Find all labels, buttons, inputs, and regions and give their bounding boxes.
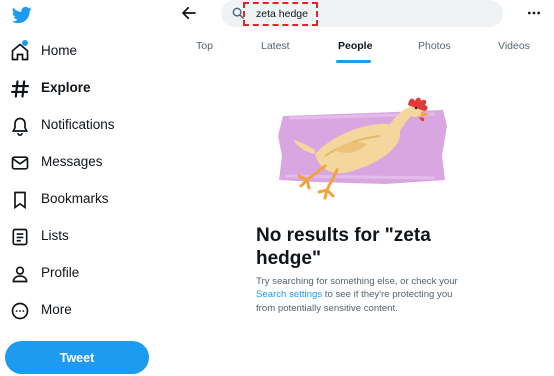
- sidebar-item-label: Lists: [41, 228, 69, 243]
- sidebar-item-notifications[interactable]: Notifications: [0, 110, 160, 140]
- tab-top[interactable]: Top: [196, 40, 213, 62]
- twitter-logo-icon[interactable]: [11, 5, 33, 25]
- tweet-button[interactable]: Tweet: [5, 341, 149, 374]
- sidebar-item-home[interactable]: Home: [0, 36, 160, 66]
- sidebar-item-label: Home: [41, 43, 78, 58]
- sidebar-item-messages[interactable]: Messages: [0, 147, 160, 177]
- sidebar-item-label: Bookmarks: [41, 191, 109, 206]
- empty-state-text: Try searching for something else, or che…: [256, 276, 458, 287]
- sidebar-item-bookmarks[interactable]: Bookmarks: [0, 184, 160, 214]
- sidebar-item-explore[interactable]: Explore: [0, 73, 160, 103]
- active-tab-indicator: [336, 60, 371, 63]
- bell-icon: [11, 117, 29, 136]
- tab-videos[interactable]: Videos: [498, 40, 530, 62]
- sidebar-item-label: Profile: [41, 265, 80, 280]
- tab-photos[interactable]: Photos: [418, 40, 451, 62]
- tab-latest[interactable]: Latest: [261, 40, 290, 62]
- sidebar-item-label: Notifications: [41, 117, 115, 132]
- person-icon: [12, 266, 28, 283]
- more-circle-icon: [11, 302, 29, 320]
- sidebar: Home Explore Notifications Messages Book…: [0, 0, 160, 376]
- tab-people[interactable]: People: [338, 40, 372, 62]
- empty-state-description: Try searching for something else, or che…: [256, 275, 470, 315]
- search-settings-link[interactable]: Search settings: [256, 289, 322, 300]
- list-icon: [12, 228, 28, 246]
- sidebar-item-label: Messages: [41, 154, 103, 169]
- notification-dot-icon: [22, 40, 28, 46]
- sidebar-item-label: More: [41, 302, 72, 317]
- hashtag-icon: [11, 80, 29, 98]
- sidebar-item-profile[interactable]: Profile: [0, 258, 160, 288]
- back-arrow-icon[interactable]: [180, 4, 198, 22]
- search-input[interactable]: [243, 2, 318, 26]
- sidebar-item-lists[interactable]: Lists: [0, 221, 160, 251]
- sidebar-item-more[interactable]: More: [0, 295, 160, 325]
- more-options-icon[interactable]: [526, 5, 542, 21]
- rubber-chicken-illustration: [278, 97, 447, 200]
- sidebar-item-label: Explore: [41, 80, 91, 95]
- empty-state-title: No results for "zeta hedge": [256, 225, 431, 269]
- envelope-icon: [11, 156, 29, 170]
- bookmark-icon: [14, 191, 26, 210]
